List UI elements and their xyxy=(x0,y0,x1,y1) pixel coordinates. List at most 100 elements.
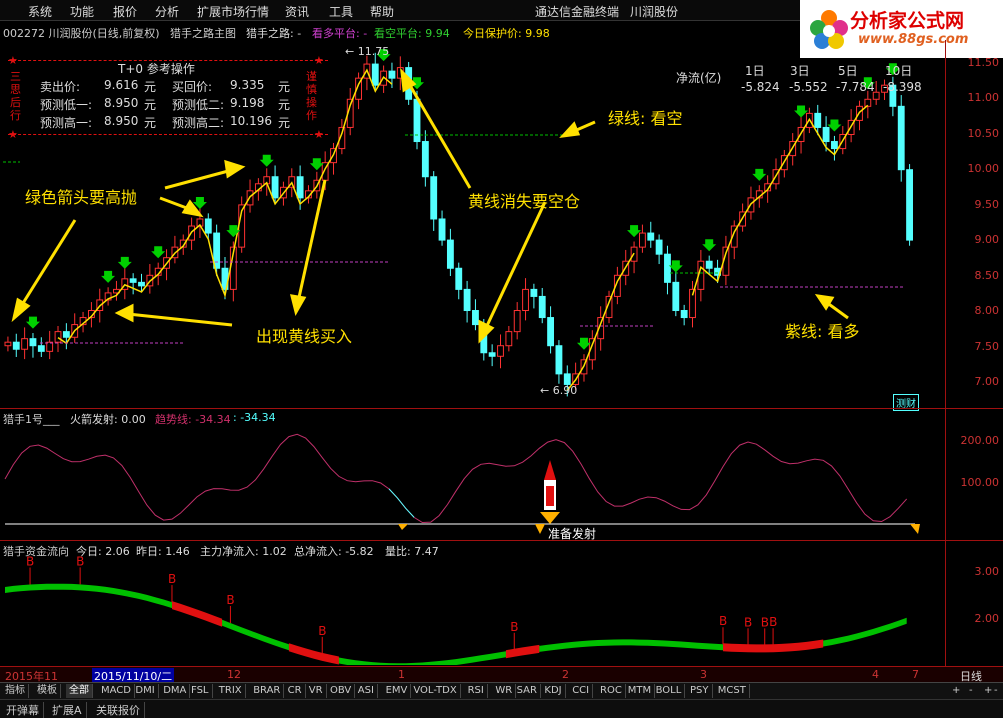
price-low-mark: ← 6.90 xyxy=(540,384,578,397)
menu-function[interactable]: 功能 xyxy=(70,3,94,20)
menu-extended-market[interactable]: 扩展市场行情 xyxy=(197,3,269,20)
price-axis-label: 11.50 xyxy=(967,56,1000,69)
star-icon: ★ xyxy=(8,54,18,67)
forecast-low1-label: 预测低一: xyxy=(40,98,93,112)
unit-label: 元 xyxy=(144,80,157,94)
indicator-tab-brar[interactable]: BRAR xyxy=(250,684,285,698)
buy-marker: B xyxy=(719,614,727,628)
price-axis-label: 7.00 xyxy=(974,375,1000,388)
danmaku-toggle[interactable]: 开弹幕 xyxy=(2,702,44,718)
indicator-tab-全部[interactable]: 全部 xyxy=(66,684,93,698)
price-axis-label: 10.50 xyxy=(967,127,1000,140)
indicator-tab-指标[interactable]: 指标 xyxy=(2,684,29,698)
indicator-tab-fsl[interactable]: FSL xyxy=(188,684,213,698)
side-text-right: 谨慎操作 xyxy=(306,70,317,122)
annotation-yellow-gone: 黄线消失要空仓 xyxy=(468,192,581,211)
status-bar: 开弹幕 扩展A 关联报价 xyxy=(0,699,1003,718)
indicator-tab-psy[interactable]: PSY xyxy=(687,684,713,698)
buy-marker: B xyxy=(26,555,34,569)
indicator-tab-mtm[interactable]: MTM xyxy=(625,684,656,698)
forecast-low2-label: 预测低二: xyxy=(172,98,225,112)
forecast-low2-value: 9.198 xyxy=(230,96,265,110)
indicator-tab-模板[interactable]: 模板 xyxy=(34,684,61,698)
annotation-yellow-appear: 出现黄线买入 xyxy=(256,327,353,346)
netflow-value-10: -8.398 xyxy=(883,80,922,94)
netflow-value-5: -7.784 xyxy=(836,80,875,94)
side-text-left: 三思后行 xyxy=(10,70,21,122)
extended-a-tab[interactable]: 扩展A xyxy=(48,702,87,718)
buyback-price-value: 9.335 xyxy=(230,78,265,92)
indicator-tab-cr[interactable]: CR xyxy=(285,684,306,698)
indicator-tab-rsi[interactable]: RSI xyxy=(465,684,488,698)
indicator-tab-dmi[interactable]: DMI xyxy=(132,684,159,698)
menu-tools[interactable]: 工具 xyxy=(329,3,353,20)
price-axis-label: 9.50 xyxy=(974,198,1000,211)
panel-divider xyxy=(0,408,1003,409)
netflow-period-5: 5日 xyxy=(838,64,858,78)
menu-quote[interactable]: 报价 xyxy=(113,3,137,20)
menu-system[interactable]: 系统 xyxy=(28,3,52,20)
price-high-mark: ← 11.75 xyxy=(345,45,390,58)
buy-marker: B xyxy=(318,624,326,638)
price-axis-label: 10.00 xyxy=(967,162,1000,175)
forecast-high2-value: 10.196 xyxy=(230,114,272,128)
menu-analysis[interactable]: 分析 xyxy=(155,3,179,20)
bear-platform-value: 看空平台: 9.94 xyxy=(374,27,450,40)
netflow-period-3: 3日 xyxy=(790,64,810,78)
hunter-road-value: 猎手之路: - xyxy=(246,27,302,40)
indicator-tab-vol-tdx[interactable]: VOL-TDX xyxy=(410,684,461,698)
indicator-tab-kdj[interactable]: KDJ xyxy=(541,684,566,698)
date-label: 2 xyxy=(562,668,569,681)
forecast-low1-value: 8.950 xyxy=(104,96,139,110)
netflow-value-3: -5.552 xyxy=(789,80,828,94)
indicator-tab-emv[interactable]: EMV xyxy=(383,684,412,698)
indicator-tab-roc[interactable]: ROC xyxy=(597,684,626,698)
buy-marker: B xyxy=(744,615,752,629)
date-label: 7 xyxy=(912,668,919,681)
unit-label: 元 xyxy=(144,98,157,112)
price-axis-label: 9.00 xyxy=(974,233,1000,246)
price-axis-label: 7.50 xyxy=(974,340,1000,353)
indicator-tab-vr[interactable]: VR xyxy=(306,684,327,698)
indicator-tab-asi[interactable]: ASI xyxy=(355,684,378,698)
indicator-tab-sar[interactable]: SAR xyxy=(514,684,541,698)
related-quote-tab[interactable]: 关联报价 xyxy=(92,702,145,718)
menu-help[interactable]: 帮助 xyxy=(370,3,394,20)
zoom-out-button[interactable]: - xyxy=(991,684,1001,698)
forecast-high2-label: 预测高二: xyxy=(172,116,225,130)
price-high-value: 11.75 xyxy=(357,45,390,58)
netflow-value-1: -5.824 xyxy=(741,80,780,94)
price-axis-label: 8.50 xyxy=(974,269,1000,282)
indicator-tab-boll[interactable]: BOLL xyxy=(653,684,686,698)
panel-divider xyxy=(0,540,1003,541)
date-label: 3 xyxy=(700,668,707,681)
stock-code-name: 002272 川润股份(日线,前复权) xyxy=(3,27,160,40)
netflow-label: 净流(亿) xyxy=(676,71,722,85)
indicator-tab-trix[interactable]: TRIX xyxy=(216,684,246,698)
indicator-tab-obv[interactable]: OBV xyxy=(327,684,356,698)
buyback-price-label: 买回价: xyxy=(172,80,213,94)
indicator-tab-bar: 指标 模板 全部 MACD DMI DMA FSL TRIX BRAR CR VR OBV ASI EMV… xyxy=(0,682,1003,700)
indicator-tab-dma[interactable]: DMA xyxy=(160,684,191,698)
flow-axis-label: 2.00 xyxy=(974,612,1000,625)
price-low-value: 6.90 xyxy=(552,384,578,397)
zoom-in-button[interactable]: + xyxy=(949,684,963,698)
annotation-green-line: 绿线: 看空 xyxy=(608,109,683,128)
forecast-high1-label: 预测高一: xyxy=(40,116,93,130)
protect-price-value: 今日保护价: 9.98 xyxy=(463,27,550,40)
buy-marker: B xyxy=(226,593,234,607)
app-title: 通达信金融终端 xyxy=(535,5,620,19)
date-axis-bar: 2015年11 2015/11/10/二 12 1 2 3 4 7 日线 xyxy=(0,666,1003,684)
osc-axis-label: 100.00 xyxy=(960,476,1000,489)
indicator-tab-mcst[interactable]: MCST xyxy=(715,684,750,698)
netflow-period-10: 10日 xyxy=(885,64,913,78)
stock-title: 川润股份 xyxy=(630,5,679,19)
unit-label: 元 xyxy=(278,116,291,130)
indicator-tab-macd[interactable]: MACD xyxy=(98,684,135,698)
netflow-period-1: 1日 xyxy=(745,64,765,78)
price-axis-label: 11.00 xyxy=(967,91,1000,104)
indicator-tab-cci[interactable]: CCI xyxy=(569,684,594,698)
zoom-out-button[interactable]: - xyxy=(966,684,976,698)
annotation-green-arrow: 绿色箭头要高抛 xyxy=(25,188,138,207)
menu-news[interactable]: 资讯 xyxy=(285,3,309,20)
